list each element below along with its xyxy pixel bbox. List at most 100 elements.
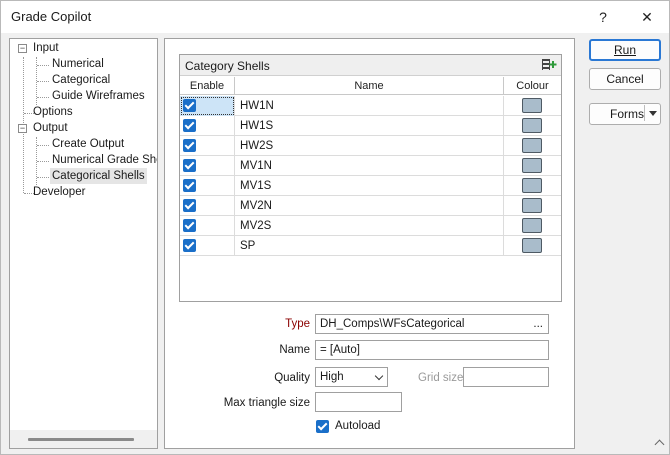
colour-swatch[interactable] bbox=[522, 178, 542, 193]
colour-cell[interactable] bbox=[504, 96, 561, 116]
name-field[interactable]: = [Auto] bbox=[315, 340, 549, 360]
tree-item-create-output[interactable]: Create Output bbox=[52, 136, 124, 152]
column-header-colour[interactable]: Colour bbox=[504, 77, 561, 95]
name-cell[interactable]: MV1S bbox=[235, 176, 504, 196]
enable-cell[interactable] bbox=[180, 116, 235, 136]
forms-button-label: Forms bbox=[610, 107, 644, 121]
table-row[interactable]: HW2S bbox=[180, 136, 561, 156]
autoload-checkbox[interactable] bbox=[316, 420, 329, 433]
colour-swatch[interactable] bbox=[522, 118, 542, 133]
type-value: DH_Comps\WFsCategorical bbox=[320, 318, 465, 330]
table-row[interactable]: MV2S bbox=[180, 216, 561, 236]
tree-connector bbox=[37, 97, 49, 98]
tree-item-input[interactable]: Input bbox=[33, 40, 59, 56]
table-row[interactable]: MV1N bbox=[180, 156, 561, 176]
name-cell[interactable]: MV2N bbox=[235, 196, 504, 216]
colour-swatch[interactable] bbox=[522, 98, 542, 113]
colour-cell[interactable] bbox=[504, 236, 561, 256]
name-cell[interactable]: MV2S bbox=[235, 216, 504, 236]
tree-horizontal-scrollbar[interactable] bbox=[10, 430, 157, 448]
colour-swatch[interactable] bbox=[522, 138, 542, 153]
quality-label: Quality bbox=[274, 372, 310, 384]
enable-checkbox[interactable] bbox=[183, 179, 196, 192]
colour-swatch[interactable] bbox=[522, 218, 542, 233]
tree-connector bbox=[37, 177, 49, 178]
forms-split-divider bbox=[644, 105, 645, 121]
enable-checkbox[interactable] bbox=[183, 119, 196, 132]
column-header-name[interactable]: Name bbox=[235, 77, 504, 95]
colour-swatch[interactable] bbox=[522, 198, 542, 213]
close-button[interactable]: ✕ bbox=[627, 1, 667, 33]
tree-connector bbox=[37, 145, 49, 146]
table-row[interactable]: SP bbox=[180, 236, 561, 256]
column-header-enable[interactable]: Enable bbox=[180, 77, 235, 95]
colour-cell[interactable] bbox=[504, 156, 561, 176]
table-row[interactable]: MV1S bbox=[180, 176, 561, 196]
tree-item-developer[interactable]: Developer bbox=[33, 184, 85, 200]
name-cell[interactable]: SP bbox=[235, 236, 504, 256]
type-field[interactable]: DH_Comps\WFsCategorical ... bbox=[315, 314, 549, 334]
enable-checkbox[interactable] bbox=[183, 159, 196, 172]
tree-item-guide-wireframes[interactable]: Guide Wireframes bbox=[52, 88, 145, 104]
forms-dropdown-icon[interactable] bbox=[649, 111, 657, 116]
chevron-down-icon bbox=[374, 371, 384, 381]
name-cell[interactable]: HW2S bbox=[235, 136, 504, 156]
max-triangle-size-label: Max triangle size bbox=[223, 397, 310, 409]
chevron-up-icon[interactable] bbox=[654, 439, 665, 450]
cancel-button-label: Cancel bbox=[606, 72, 644, 86]
tree-item-categorical-shells[interactable]: Categorical Shells bbox=[50, 168, 147, 184]
enable-cell[interactable] bbox=[180, 236, 235, 256]
grade-copilot-window: Grade Copilot ? ✕ − Input Numerical Cate… bbox=[0, 0, 670, 455]
enable-cell[interactable] bbox=[180, 136, 235, 156]
tree-connector bbox=[37, 161, 49, 162]
enable-cell[interactable] bbox=[180, 156, 235, 176]
quality-value: High bbox=[320, 371, 344, 383]
enable-checkbox[interactable] bbox=[183, 139, 196, 152]
enable-cell[interactable] bbox=[180, 216, 235, 236]
colour-cell[interactable] bbox=[504, 176, 561, 196]
grid-header: Category Shells bbox=[180, 55, 561, 76]
enable-cell[interactable] bbox=[180, 196, 235, 216]
colour-cell[interactable] bbox=[504, 136, 561, 156]
tree-item-categorical[interactable]: Categorical bbox=[52, 72, 110, 88]
type-label: Type bbox=[285, 318, 310, 330]
colour-cell[interactable] bbox=[504, 216, 561, 236]
quality-select[interactable]: High bbox=[315, 367, 388, 387]
name-label: Name bbox=[279, 344, 310, 356]
title-bar: Grade Copilot ? ✕ bbox=[1, 1, 669, 33]
enable-checkbox[interactable] bbox=[183, 99, 196, 112]
name-cell[interactable]: HW1N bbox=[235, 96, 504, 116]
enable-checkbox[interactable] bbox=[183, 199, 196, 212]
tree-item-numerical[interactable]: Numerical bbox=[52, 56, 104, 72]
colour-cell[interactable] bbox=[504, 196, 561, 216]
table-row[interactable]: HW1S bbox=[180, 116, 561, 136]
table-row[interactable]: HW1N bbox=[180, 96, 561, 116]
enable-cell[interactable] bbox=[180, 176, 235, 196]
enable-cell[interactable] bbox=[180, 96, 235, 116]
scrollbar-thumb[interactable] bbox=[28, 438, 134, 441]
window-title: Grade Copilot bbox=[11, 9, 92, 24]
collapse-input-icon[interactable]: − bbox=[18, 44, 27, 53]
name-cell[interactable]: HW1S bbox=[235, 116, 504, 136]
table-row[interactable]: MV2N bbox=[180, 196, 561, 216]
enable-checkbox[interactable] bbox=[183, 239, 196, 252]
tree-item-options[interactable]: Options bbox=[33, 104, 73, 120]
run-button[interactable]: Run bbox=[589, 39, 661, 61]
collapse-output-icon[interactable]: − bbox=[18, 124, 27, 133]
tree-item-numerical-grade-shell[interactable]: Numerical Grade Shell bbox=[52, 152, 157, 168]
category-shells-grid: Category Shells Enable Name Colour HW1N H… bbox=[179, 54, 562, 302]
help-button[interactable]: ? bbox=[583, 1, 623, 33]
colour-swatch[interactable] bbox=[522, 238, 542, 253]
colour-cell[interactable] bbox=[504, 116, 561, 136]
grid-size-field[interactable] bbox=[463, 367, 549, 387]
tree-connector bbox=[37, 65, 49, 66]
browse-ellipsis-button[interactable]: ... bbox=[533, 315, 543, 333]
add-row-icon[interactable] bbox=[541, 58, 557, 72]
navigation-tree: − Input Numerical Categorical Guide Wire… bbox=[9, 38, 158, 449]
tree-item-output[interactable]: Output bbox=[33, 120, 68, 136]
name-cell[interactable]: MV1N bbox=[235, 156, 504, 176]
colour-swatch[interactable] bbox=[522, 158, 542, 173]
enable-checkbox[interactable] bbox=[183, 219, 196, 232]
cancel-button[interactable]: Cancel bbox=[589, 68, 661, 90]
max-triangle-size-field[interactable] bbox=[315, 392, 402, 412]
